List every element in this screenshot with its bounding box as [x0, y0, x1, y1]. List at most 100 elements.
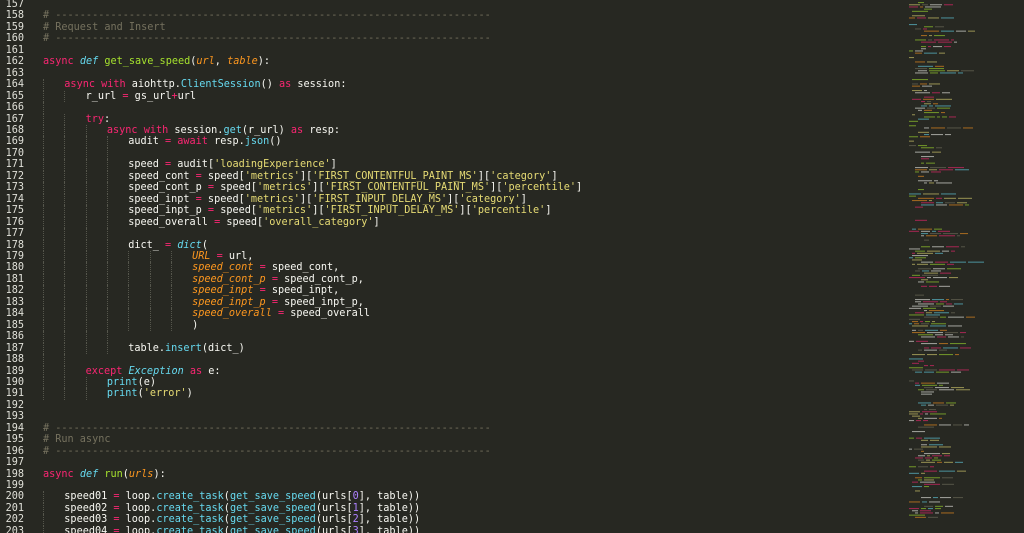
code-token: print: [106, 388, 138, 400]
code-line[interactable]: speed_inpt_p = speed['metrics']['FIRST_I…: [43, 205, 900, 217]
minimap-line: [934, 35, 945, 37]
minimap-line: [917, 17, 926, 19]
indent-guide: [64, 90, 66, 103]
minimap-line: [947, 263, 954, 265]
indent-guide: [85, 228, 87, 240]
minimap-line: [921, 323, 929, 325]
code-line[interactable]: speed_cont_p = speed['metrics']['FIRST_C…: [43, 182, 900, 194]
indent-guide: [85, 205, 87, 217]
minimap-line: [937, 336, 946, 338]
code-line[interactable]: except Exception as e:: [43, 365, 900, 377]
code-line-content: audit = await resp.json(): [128, 136, 281, 147]
code-line[interactable]: async def run(urls):: [43, 469, 900, 480]
indent-guide: [128, 273, 130, 286]
minimap-line: [939, 285, 950, 287]
minimap-line: [921, 450, 924, 452]
code-line[interactable]: [43, 45, 900, 56]
minimap-line: [968, 30, 975, 32]
code-line[interactable]: speed01 = loop.create_task(get_save_spee…: [43, 491, 900, 503]
code-line[interactable]: # --------------------------------------…: [43, 446, 900, 457]
minimap-line: [909, 318, 920, 320]
code-line[interactable]: print('error'): [43, 388, 900, 400]
minimap-line: [932, 151, 941, 153]
code-line[interactable]: ): [43, 319, 900, 332]
code-line[interactable]: r_url = gs_url+url: [43, 90, 900, 103]
minimap-line: [915, 457, 923, 459]
minimap-line: [935, 512, 939, 514]
minimap-line: [929, 83, 940, 85]
code-line[interactable]: [43, 68, 900, 79]
code-line[interactable]: speed_overall = speed['overall_category'…: [43, 216, 900, 229]
code-line[interactable]: [43, 228, 900, 240]
minimap-line: [918, 329, 923, 331]
indent-guide: [64, 354, 66, 366]
code-line[interactable]: [43, 331, 900, 343]
indent-guide: [149, 250, 151, 263]
code-area[interactable]: # --------------------------------------…: [43, 0, 900, 533]
code-line-content: speed02 = loop.create_task(get_save_spee…: [64, 503, 420, 514]
code-line[interactable]: print(e): [43, 376, 900, 389]
minimap-line: [916, 340, 928, 342]
code-token: speed_overall: [192, 308, 272, 320]
line-number: 193: [5, 411, 24, 423]
line-number: 177: [5, 228, 24, 240]
indent-guide: [64, 250, 66, 263]
code-line[interactable]: [43, 411, 900, 422]
code-line[interactable]: speed04 = loop.create_task(get_save_spee…: [43, 525, 900, 533]
code-line[interactable]: # Request and Insert: [43, 22, 900, 33]
code-token: async with: [64, 79, 132, 91]
code-line[interactable]: [43, 400, 900, 411]
minimap-line: [953, 497, 963, 499]
code-line[interactable]: [43, 354, 900, 366]
code-line[interactable]: async with aiohttp.ClientSession() as se…: [43, 79, 900, 91]
minimap-line: [946, 402, 956, 404]
code-line[interactable]: async with session.get(r_url) as resp:: [43, 124, 900, 137]
code-line[interactable]: # --------------------------------------…: [43, 10, 900, 21]
minimap-line: [931, 347, 941, 349]
code-line[interactable]: [43, 0, 900, 10]
code-line[interactable]: table.insert(dict_): [43, 342, 900, 355]
code-line[interactable]: # --------------------------------------…: [43, 33, 900, 44]
minimap-line: [909, 4, 920, 6]
minimap-line: [909, 472, 919, 474]
minimap-line: [924, 424, 937, 426]
code-token: # --------------------------------------…: [43, 445, 491, 457]
code-line[interactable]: speed03 = loop.create_task(get_save_spee…: [43, 514, 900, 526]
code-line[interactable]: URL = url,: [43, 250, 900, 263]
code-line[interactable]: [43, 147, 900, 160]
minimap-line: [931, 127, 945, 129]
indent-guide: [64, 193, 66, 206]
code-line[interactable]: audit = await resp.json(): [43, 136, 900, 148]
code-line[interactable]: # Run async: [43, 434, 900, 445]
indent-guide: [43, 525, 44, 533]
minimap-line: [932, 92, 940, 94]
code-line[interactable]: [43, 457, 900, 468]
minimap-line: [912, 486, 922, 488]
code-line[interactable]: try:: [43, 113, 900, 125]
code-line[interactable]: speed_cont = speed['metrics']['FIRST_CON…: [43, 170, 900, 183]
code-line[interactable]: async def get_save_speed(url, table):: [43, 56, 900, 67]
minimap[interactable]: [905, 0, 1024, 533]
code-line[interactable]: speed_inpt_p = speed_inpt_p,: [43, 296, 900, 309]
code-line[interactable]: [43, 102, 900, 114]
code-token: speed[: [201, 193, 245, 205]
code-token: ]: [551, 170, 558, 182]
indent-guide: [43, 102, 44, 114]
line-number: 182: [5, 285, 24, 297]
minimap-line: [930, 167, 946, 169]
minimap-line: [912, 329, 916, 331]
indent-guide: [43, 388, 44, 400]
code-line[interactable]: dict_ = dict(: [43, 239, 900, 251]
minimap-line: [918, 145, 927, 147]
code-line[interactable]: speed_inpt = speed['metrics']['FIRST_INP…: [43, 193, 900, 206]
code-line[interactable]: # --------------------------------------…: [43, 423, 900, 434]
code-line[interactable]: speed = audit['loadingExperience']: [43, 159, 900, 171]
code-editor[interactable]: 157 158 159 160 161 162 163 164 165 166 167 168 169 1…: [0, 0, 900, 533]
code-line[interactable]: speed_overall = speed_overall: [43, 308, 900, 320]
code-line[interactable]: [43, 480, 900, 491]
minimap-line: [921, 246, 930, 248]
code-line[interactable]: speed02 = loop.create_task(get_save_spee…: [43, 502, 900, 515]
code-line[interactable]: speed_cont_p = speed_cont_p,: [43, 273, 900, 286]
code-line[interactable]: speed_cont = speed_cont,: [43, 262, 900, 274]
code-line[interactable]: speed_inpt = speed_inpt,: [43, 285, 900, 297]
